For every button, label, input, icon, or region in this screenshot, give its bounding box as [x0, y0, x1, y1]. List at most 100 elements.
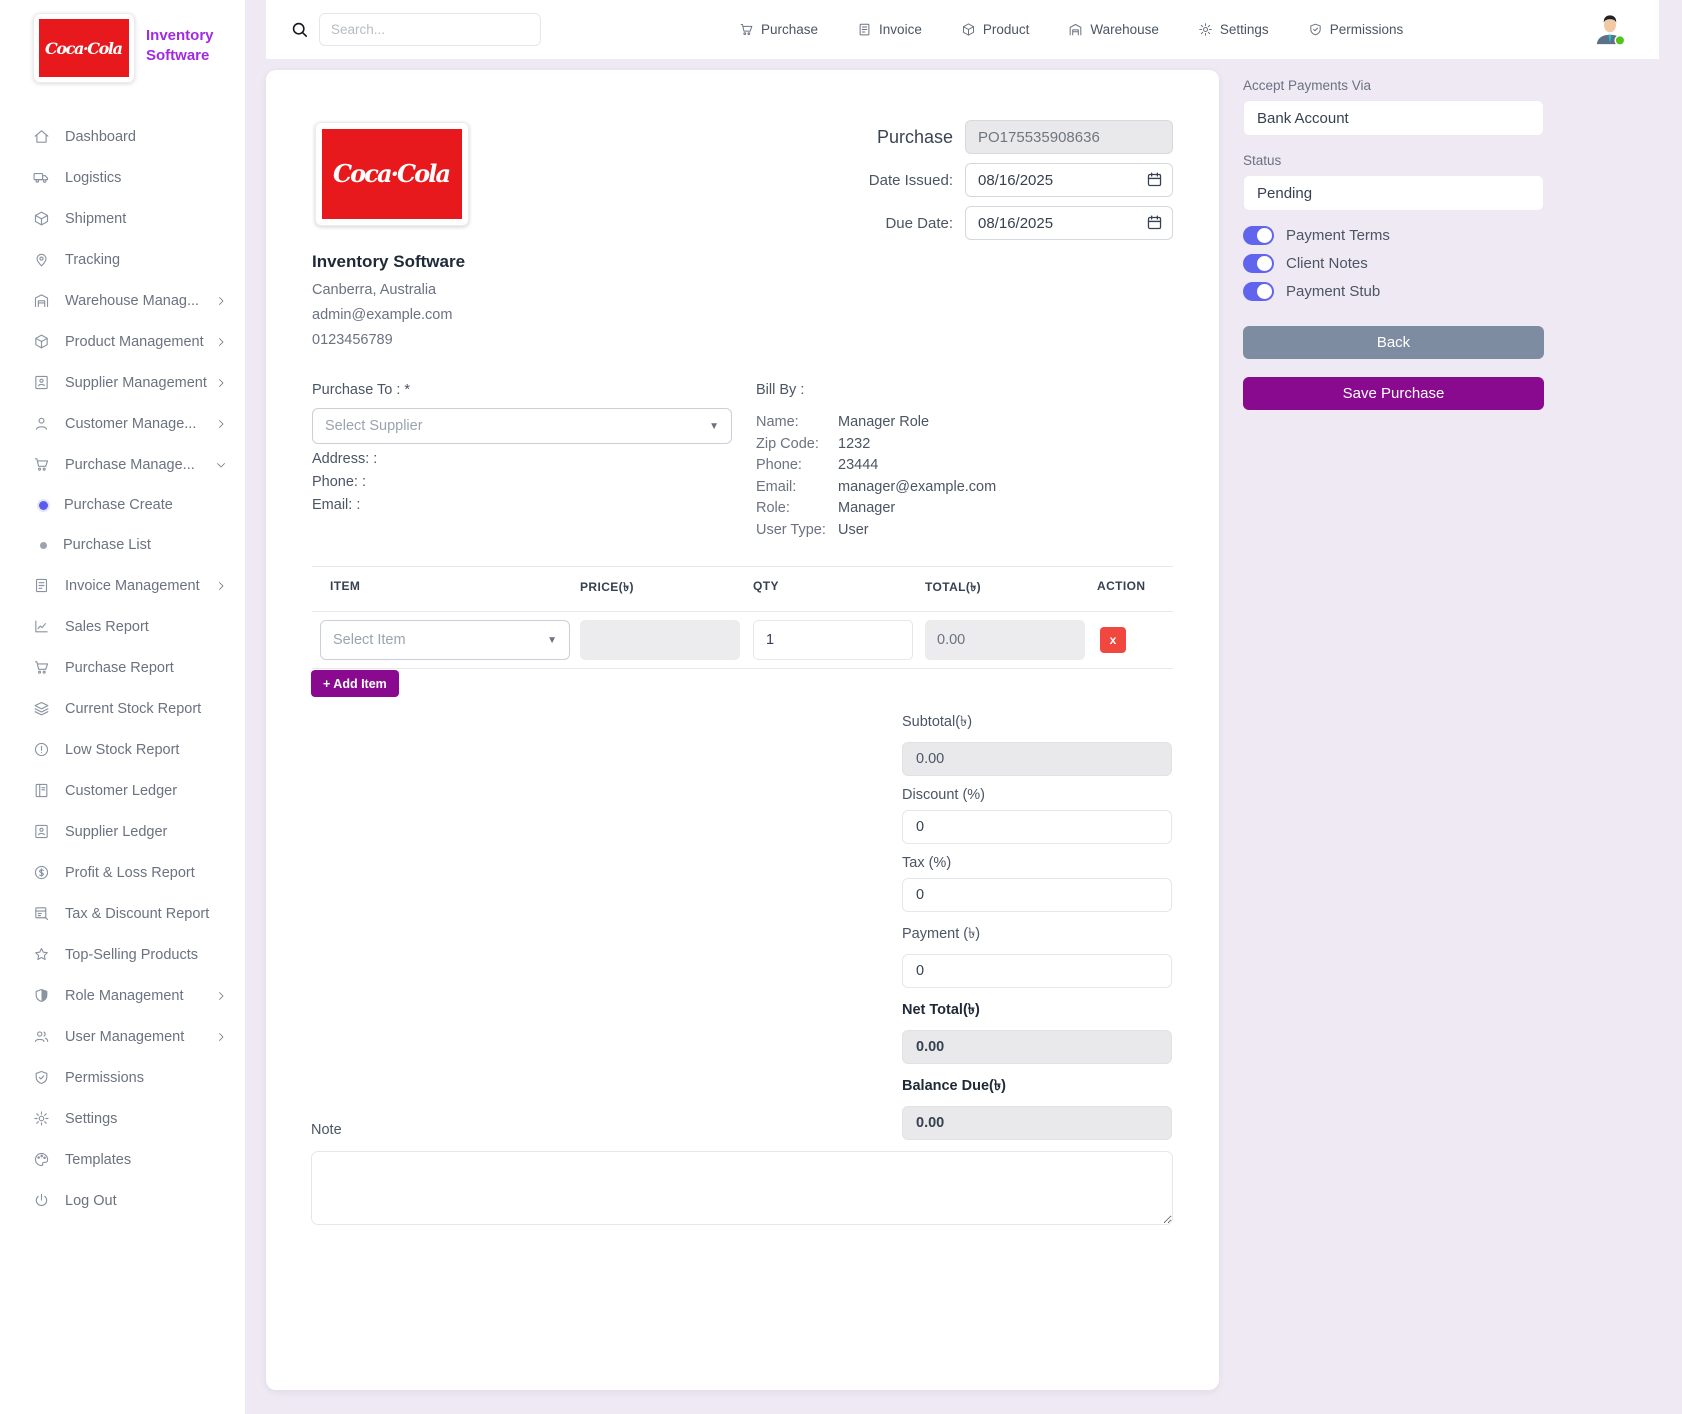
supplier-address-label: Address: : — [312, 451, 378, 467]
save-purchase-button[interactable]: Save Purchase — [1243, 377, 1544, 410]
topnav-item-permissions[interactable]: Permissions — [1308, 22, 1403, 37]
search-icon — [292, 22, 308, 38]
note-textarea[interactable] — [311, 1151, 1173, 1225]
sidebar-item-log-out[interactable]: Log Out — [0, 1180, 245, 1221]
home-icon — [34, 130, 49, 143]
topnav-item-purchase[interactable]: Purchase — [739, 22, 818, 37]
sidebar-item-tracking[interactable]: Tracking — [0, 239, 245, 280]
users-icon — [34, 1031, 49, 1043]
sidebar-item-templates[interactable]: Templates — [0, 1139, 245, 1180]
chevron-right-icon — [219, 296, 224, 305]
toggle-row-client-notes: Client Notes — [1243, 253, 1544, 274]
search-input[interactable] — [319, 13, 541, 46]
toggle-client-notes[interactable] — [1243, 254, 1274, 273]
sidebar-item-warehouse-manag[interactable]: Warehouse Manag... — [0, 280, 245, 321]
coca-cola-logo-image: Coca·Cola — [39, 19, 129, 77]
sidebar-item-customer-manage[interactable]: Customer Manage... — [0, 403, 245, 444]
shield-icon — [35, 1070, 48, 1085]
purchase-logo: Coca·Cola — [315, 122, 469, 226]
topnav-item-warehouse[interactable]: Warehouse — [1068, 22, 1159, 37]
user-avatar[interactable] — [1593, 13, 1627, 47]
topnav-item-invoice[interactable]: Invoice — [857, 22, 922, 37]
toggle-row-payment-terms: Payment Terms — [1243, 225, 1544, 246]
sidebar-item-current-stock-report[interactable]: Current Stock Report — [0, 688, 245, 729]
sidebar-item-top-selling-products[interactable]: Top-Selling Products — [0, 934, 245, 975]
delete-item-button[interactable]: x — [1100, 627, 1126, 653]
toggle-payment-terms[interactable] — [1243, 226, 1274, 245]
due-date-input[interactable] — [965, 206, 1173, 240]
sidebar-item-settings[interactable]: Settings — [0, 1098, 245, 1139]
sidebar-item-dashboard[interactable]: Dashboard — [0, 116, 245, 157]
total-input-net-total — [902, 1030, 1172, 1064]
calendar-icon[interactable] — [1146, 171, 1163, 188]
sidebar-item-sales-report[interactable]: Sales Report — [0, 606, 245, 647]
sidebar-item-purchase-list[interactable]: Purchase List — [0, 525, 245, 565]
chevron-right-icon — [219, 581, 224, 590]
column-header-price: PRICE(৳) — [580, 580, 634, 594]
sidebar-item-purchase-report[interactable]: Purchase Report — [0, 647, 245, 688]
sidebar-item-tax-discount-report[interactable]: Tax & Discount Report — [0, 893, 245, 934]
bill-by-row-user-type: User Type: User — [756, 521, 869, 538]
truck-icon — [33, 173, 49, 183]
company-info: Inventory Software Canberra, Australia a… — [312, 252, 465, 357]
topnav-item-settings[interactable]: Settings — [1198, 22, 1269, 37]
total-input-payment[interactable] — [902, 954, 1172, 988]
sidebar-item-shipment[interactable]: Shipment — [0, 198, 245, 239]
ledger-icon — [35, 783, 48, 798]
calendar-icon[interactable] — [1146, 214, 1163, 231]
chevron-right-icon — [219, 378, 224, 387]
items-table: ITEM PRICE(৳) QTY TOTAL(৳) ACTION Select Ite… — [312, 566, 1173, 669]
column-header-action: ACTION — [1097, 579, 1146, 593]
alert-icon — [34, 742, 49, 757]
toggle-payment-stub[interactable] — [1243, 282, 1274, 301]
item-select[interactable]: Select Item ▼ — [320, 620, 570, 660]
bill-by-row-zip-code: Zip Code: 1232 — [756, 435, 871, 452]
total-input-tax[interactable] — [902, 878, 1172, 912]
chevron-right-icon — [219, 991, 224, 1000]
item-qty-input[interactable] — [753, 620, 913, 660]
sidebar-item-profit-loss-report[interactable]: Profit & Loss Report — [0, 852, 245, 893]
sidebar-item-purchase-create[interactable]: Purchase Create — [0, 485, 245, 525]
po-number-field — [965, 120, 1173, 154]
dollar-icon — [34, 865, 49, 880]
bill-by-rows: Name: Manager Role Zip Code: 1232 Phone: 2344… — [756, 412, 996, 541]
cart-icon — [34, 458, 49, 471]
chevron-right-icon — [219, 419, 224, 428]
app-name: Inventory Software — [146, 13, 214, 67]
sidebar-item-product-management[interactable]: Product Management — [0, 321, 245, 362]
warehouse-icon — [34, 294, 49, 308]
accept-payments-value: Bank Account — [1257, 109, 1349, 127]
invoice-icon — [35, 578, 48, 593]
role-icon — [35, 988, 48, 1003]
sidebar-item-invoice-management[interactable]: Invoice Management — [0, 565, 245, 606]
date-issued-label: Date Issued: — [868, 171, 953, 189]
sidebar-item-logistics[interactable]: Logistics — [0, 157, 245, 198]
supplier-select[interactable]: Select Supplier ▼ — [312, 408, 732, 444]
total-input-discount[interactable] — [902, 810, 1172, 844]
topnav-item-product[interactable]: Product — [961, 22, 1029, 37]
accept-payments-select[interactable]: Bank Account — [1243, 100, 1544, 136]
sidebar-item-role-management[interactable]: Role Management — [0, 975, 245, 1016]
gear-icon — [1199, 23, 1212, 36]
purchase-form-card: Coca·Cola Purchase Date Issued: Due Date… — [266, 70, 1219, 1390]
company-name: Inventory Software — [312, 252, 466, 271]
sidebar-item-supplier-management[interactable]: Supplier Management — [0, 362, 245, 403]
sidebar-item-user-management[interactable]: User Management — [0, 1016, 245, 1057]
status-select[interactable]: Pending — [1243, 175, 1544, 211]
sidebar-item-purchase-manage[interactable]: Purchase Manage... — [0, 444, 245, 485]
sidebar-item-low-stock-report[interactable]: Low Stock Report — [0, 729, 245, 770]
chevron-down-icon: ▼ — [547, 634, 557, 646]
sidebar-item-supplier-ledger[interactable]: Supplier Ledger — [0, 811, 245, 852]
online-status-dot — [1614, 34, 1626, 46]
sidebar-item-permissions[interactable]: Permissions — [0, 1057, 245, 1098]
note-section: Note — [311, 1122, 1173, 1230]
back-button[interactable]: Back — [1243, 326, 1544, 359]
supplier-email-label: Email: : — [312, 497, 361, 513]
add-item-button[interactable]: + Add Item — [311, 670, 399, 697]
chart-icon — [35, 620, 48, 633]
app-name-line2: Software — [146, 47, 210, 65]
sidebar-item-customer-ledger[interactable]: Customer Ledger — [0, 770, 245, 811]
toggle-knob — [1257, 256, 1272, 271]
toggle-row-payment-stub: Payment Stub — [1243, 281, 1544, 302]
date-issued-input[interactable] — [965, 163, 1173, 197]
